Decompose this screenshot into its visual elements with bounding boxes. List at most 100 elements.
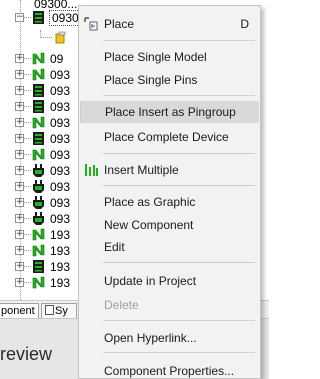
- tree-item-label: 093: [50, 100, 71, 114]
- menu-item-place-insert-as-pingroup[interactable]: Place Insert as Pingroup: [80, 101, 259, 123]
- expand-icon[interactable]: +: [15, 230, 24, 239]
- tree-item-label: 093: [50, 116, 71, 130]
- menu-item-component-properties[interactable]: Component Properties...: [80, 360, 259, 379]
- green-n-icon: [31, 243, 46, 258]
- green-plug-icon: [31, 211, 46, 226]
- menu-separator: [103, 185, 255, 186]
- green-n-icon: [31, 67, 46, 82]
- green-n-icon: [31, 275, 46, 290]
- menu-item-delete: Delete: [80, 294, 259, 316]
- green-n-icon: [31, 51, 46, 66]
- tree-item-label: 093: [50, 164, 71, 178]
- expand-icon[interactable]: +: [15, 182, 24, 191]
- green-chip-icon: [31, 83, 46, 98]
- expand-icon[interactable]: +: [15, 214, 24, 223]
- tree-item-label: 093: [50, 180, 71, 194]
- menu-item-label: Place: [104, 17, 135, 31]
- menu-item-new-component[interactable]: New Component: [80, 214, 259, 236]
- preview-title: review: [0, 344, 53, 364]
- menu-separator: [103, 352, 255, 353]
- tree-connector: [24, 170, 31, 171]
- menu-item-label: Place Single Model: [104, 50, 207, 64]
- green-n-icon: [31, 147, 46, 162]
- tree-connector: [24, 74, 31, 75]
- menu-separator: [103, 320, 255, 321]
- tree-item-label: 093: [50, 68, 71, 82]
- menu-item-label: Delete: [104, 298, 139, 312]
- expand-icon[interactable]: +: [15, 86, 24, 95]
- expand-icon[interactable]: +: [15, 150, 24, 159]
- tree-connector: [24, 202, 31, 203]
- menu-item-place-as-graphic[interactable]: Place as Graphic: [80, 191, 259, 213]
- tree-connector: [24, 154, 31, 155]
- insert-multiple-icon: [83, 162, 99, 178]
- menu-item-label: Place Single Pins: [104, 73, 198, 87]
- expand-icon[interactable]: +: [15, 278, 24, 287]
- green-chip-icon: [31, 131, 46, 146]
- tab-component[interactable]: ponent: [0, 303, 39, 319]
- menu-item-place[interactable]: Place D: [80, 13, 259, 35]
- place-cursor-icon: [83, 16, 99, 32]
- tree-connector: [24, 90, 31, 91]
- tree-connector: [24, 122, 31, 123]
- tab-label: ponent: [1, 305, 35, 317]
- expand-icon[interactable]: +: [15, 262, 24, 271]
- green-n-icon: [31, 227, 46, 242]
- tab-label: Sy: [55, 305, 68, 317]
- context-menu[interactable]: Place D Place Single Model Place Single Pin…: [78, 5, 261, 379]
- green-plug-icon: [31, 195, 46, 210]
- green-n-icon: [31, 115, 46, 130]
- menu-separator: [103, 40, 255, 41]
- expand-icon[interactable]: +: [15, 246, 24, 255]
- green-plug-icon: [31, 179, 46, 194]
- expand-icon[interactable]: +: [15, 54, 24, 63]
- tree-item-label: 093: [50, 84, 71, 98]
- menu-item-place-single-model[interactable]: Place Single Model: [80, 46, 259, 68]
- menu-separator: [103, 153, 255, 154]
- tab-symbol[interactable]: Sy: [41, 303, 77, 319]
- expand-icon[interactable]: +: [15, 166, 24, 175]
- menu-item-shortcut: D: [240, 17, 249, 31]
- menu-item-label: Update in Project: [104, 274, 197, 288]
- tree-connector: [24, 17, 31, 18]
- tree-connector: [24, 234, 31, 235]
- green-plug-icon: [31, 163, 46, 178]
- expand-icon[interactable]: +: [15, 70, 24, 79]
- expand-icon[interactable]: +: [15, 134, 24, 143]
- tree-connector: [24, 58, 31, 59]
- expand-icon[interactable]: +: [15, 102, 24, 111]
- tree-item-label: 193: [50, 228, 71, 242]
- tree-connector: [24, 186, 31, 187]
- tree-item-label: 0930: [49, 10, 82, 26]
- menu-item-place-complete-device[interactable]: Place Complete Device: [80, 126, 259, 148]
- menu-item-label: Open Hyperlink...: [104, 331, 197, 345]
- tree-item-label: 093: [50, 148, 71, 162]
- green-chip-icon: [31, 259, 46, 274]
- menu-item-insert-multiple[interactable]: Insert Multiple: [80, 159, 259, 181]
- menu-item-open-hyperlink[interactable]: Open Hyperlink...: [80, 327, 259, 349]
- expand-icon[interactable]: +: [15, 198, 24, 207]
- tree-connector: [24, 106, 31, 107]
- menu-separator: [103, 95, 255, 96]
- tree-item-label: 093: [50, 132, 71, 146]
- menu-item-edit[interactable]: Edit: [80, 236, 259, 258]
- tree-connector: [24, 138, 31, 139]
- menu-separator: [103, 262, 255, 263]
- tree-item-label: 093: [50, 196, 71, 210]
- menu-item-label: Place Insert as Pingroup: [105, 105, 236, 119]
- menu-item-label: Insert Multiple: [104, 163, 179, 177]
- menu-item-place-single-pins[interactable]: Place Single Pins: [80, 69, 259, 91]
- menu-item-label: Place as Graphic: [104, 195, 196, 209]
- collapse-icon[interactable]: −: [15, 13, 24, 22]
- tree-item-label: 09: [50, 52, 64, 66]
- tree-item-label: 093: [50, 212, 71, 226]
- tree-connector: [24, 282, 31, 283]
- tree-item-label: 193: [50, 276, 71, 290]
- menu-item-label: New Component: [104, 218, 194, 232]
- green-chip-icon: [31, 99, 46, 114]
- expand-icon[interactable]: +: [15, 118, 24, 127]
- green-chip-icon: [31, 10, 46, 25]
- sub-component-icon: [53, 30, 68, 45]
- menu-item-update-in-project[interactable]: Update in Project: [80, 270, 259, 292]
- tree-item-label: 193: [50, 260, 71, 274]
